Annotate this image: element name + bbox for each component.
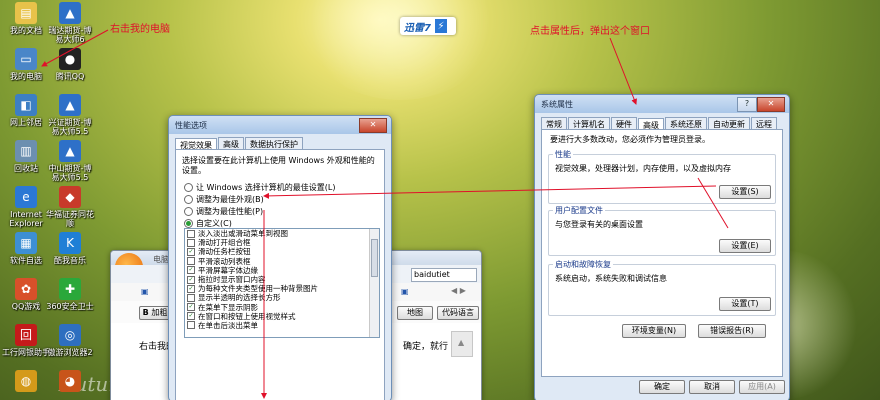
arrow-to-system-properties	[609, 37, 637, 105]
arrow-settings-line	[697, 177, 729, 229]
arrow-to-my-computer	[41, 29, 109, 67]
annotation-arrows	[41, 29, 729, 399]
arrow-to-performance-options	[263, 185, 717, 199]
desktop: Autumn ▤ 我的文档 ▲ 瑞达期货-博易大师6 ▭ 我的电脑 ● 腾讯QQ ◧ 网上邻居 ▲ 兴…	[0, 0, 880, 400]
